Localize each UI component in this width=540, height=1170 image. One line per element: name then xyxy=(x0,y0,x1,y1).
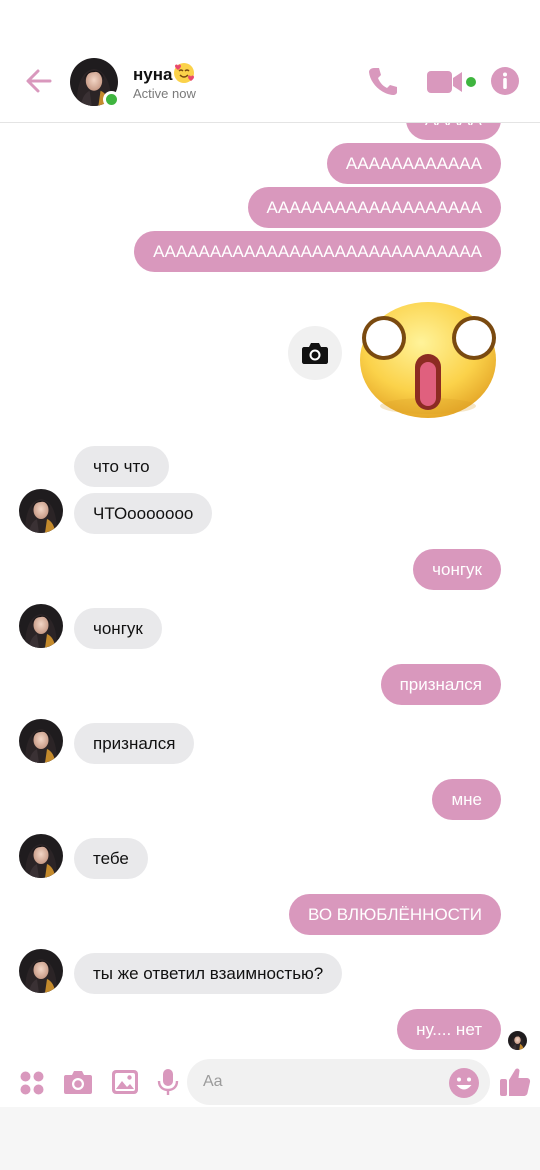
contact-name-text: нуна xyxy=(133,65,173,84)
info-icon[interactable] xyxy=(490,66,520,96)
bottom-safe-area xyxy=(0,1107,540,1170)
thumbs-up-icon[interactable] xyxy=(498,1065,532,1099)
message-composer xyxy=(0,1055,540,1107)
smiling-face-with-hearts-icon xyxy=(174,63,195,83)
emoji-smile-icon[interactable] xyxy=(448,1067,480,1099)
online-indicator xyxy=(103,91,120,108)
contact-avatar[interactable] xyxy=(19,949,63,993)
chat-header: нуна Active now xyxy=(0,0,540,123)
message-input[interactable] xyxy=(187,1059,490,1105)
contact-name[interactable]: нуна xyxy=(133,62,195,85)
contact-avatar[interactable] xyxy=(70,58,120,108)
incoming-message[interactable]: тебе xyxy=(74,838,148,879)
contact-avatar[interactable] xyxy=(19,834,63,878)
contact-avatar[interactable] xyxy=(19,604,63,648)
outgoing-message[interactable]: ААААА xyxy=(406,123,501,140)
incoming-message[interactable]: чонгук xyxy=(74,608,162,649)
outgoing-message[interactable]: ААААААААААААААААААА xyxy=(247,187,501,228)
shocked-face-sticker[interactable] xyxy=(356,288,500,418)
outgoing-message[interactable]: АААААААААААА xyxy=(326,143,501,184)
camera-shortcut-button[interactable] xyxy=(288,326,342,380)
apps-grid-icon[interactable] xyxy=(19,1070,45,1096)
incoming-message[interactable]: признался xyxy=(74,723,195,764)
phone-icon[interactable] xyxy=(366,64,400,98)
back-arrow-icon[interactable] xyxy=(22,64,56,98)
outgoing-message[interactable]: ВО ВЛЮБЛЁННОСТИ xyxy=(289,894,501,935)
incoming-message[interactable]: ЧТОooooooo xyxy=(74,493,213,534)
contact-avatar[interactable] xyxy=(19,489,63,533)
camera-icon xyxy=(302,343,328,364)
microphone-icon[interactable] xyxy=(157,1068,179,1096)
camera-icon[interactable] xyxy=(63,1068,93,1096)
outgoing-message[interactable]: чонгук xyxy=(413,549,501,590)
video-active-indicator xyxy=(466,77,476,87)
contact-avatar[interactable] xyxy=(19,719,63,763)
outgoing-message[interactable]: мне xyxy=(432,779,501,820)
outgoing-message[interactable]: ААААААААААААААААААААААААААААА xyxy=(134,231,501,272)
incoming-message[interactable]: ты же ответил взаимностью? xyxy=(74,953,343,994)
scrolled-message-clip: ААААА xyxy=(0,123,540,140)
gallery-icon[interactable] xyxy=(111,1068,139,1096)
outgoing-message[interactable]: ну.... нет xyxy=(397,1009,501,1050)
presence-status: Active now xyxy=(133,86,196,101)
video-camera-icon[interactable] xyxy=(426,68,464,96)
outgoing-message[interactable]: признался xyxy=(380,664,501,705)
incoming-message[interactable]: что что xyxy=(74,446,169,487)
seen-receipt-avatar xyxy=(508,1031,527,1050)
